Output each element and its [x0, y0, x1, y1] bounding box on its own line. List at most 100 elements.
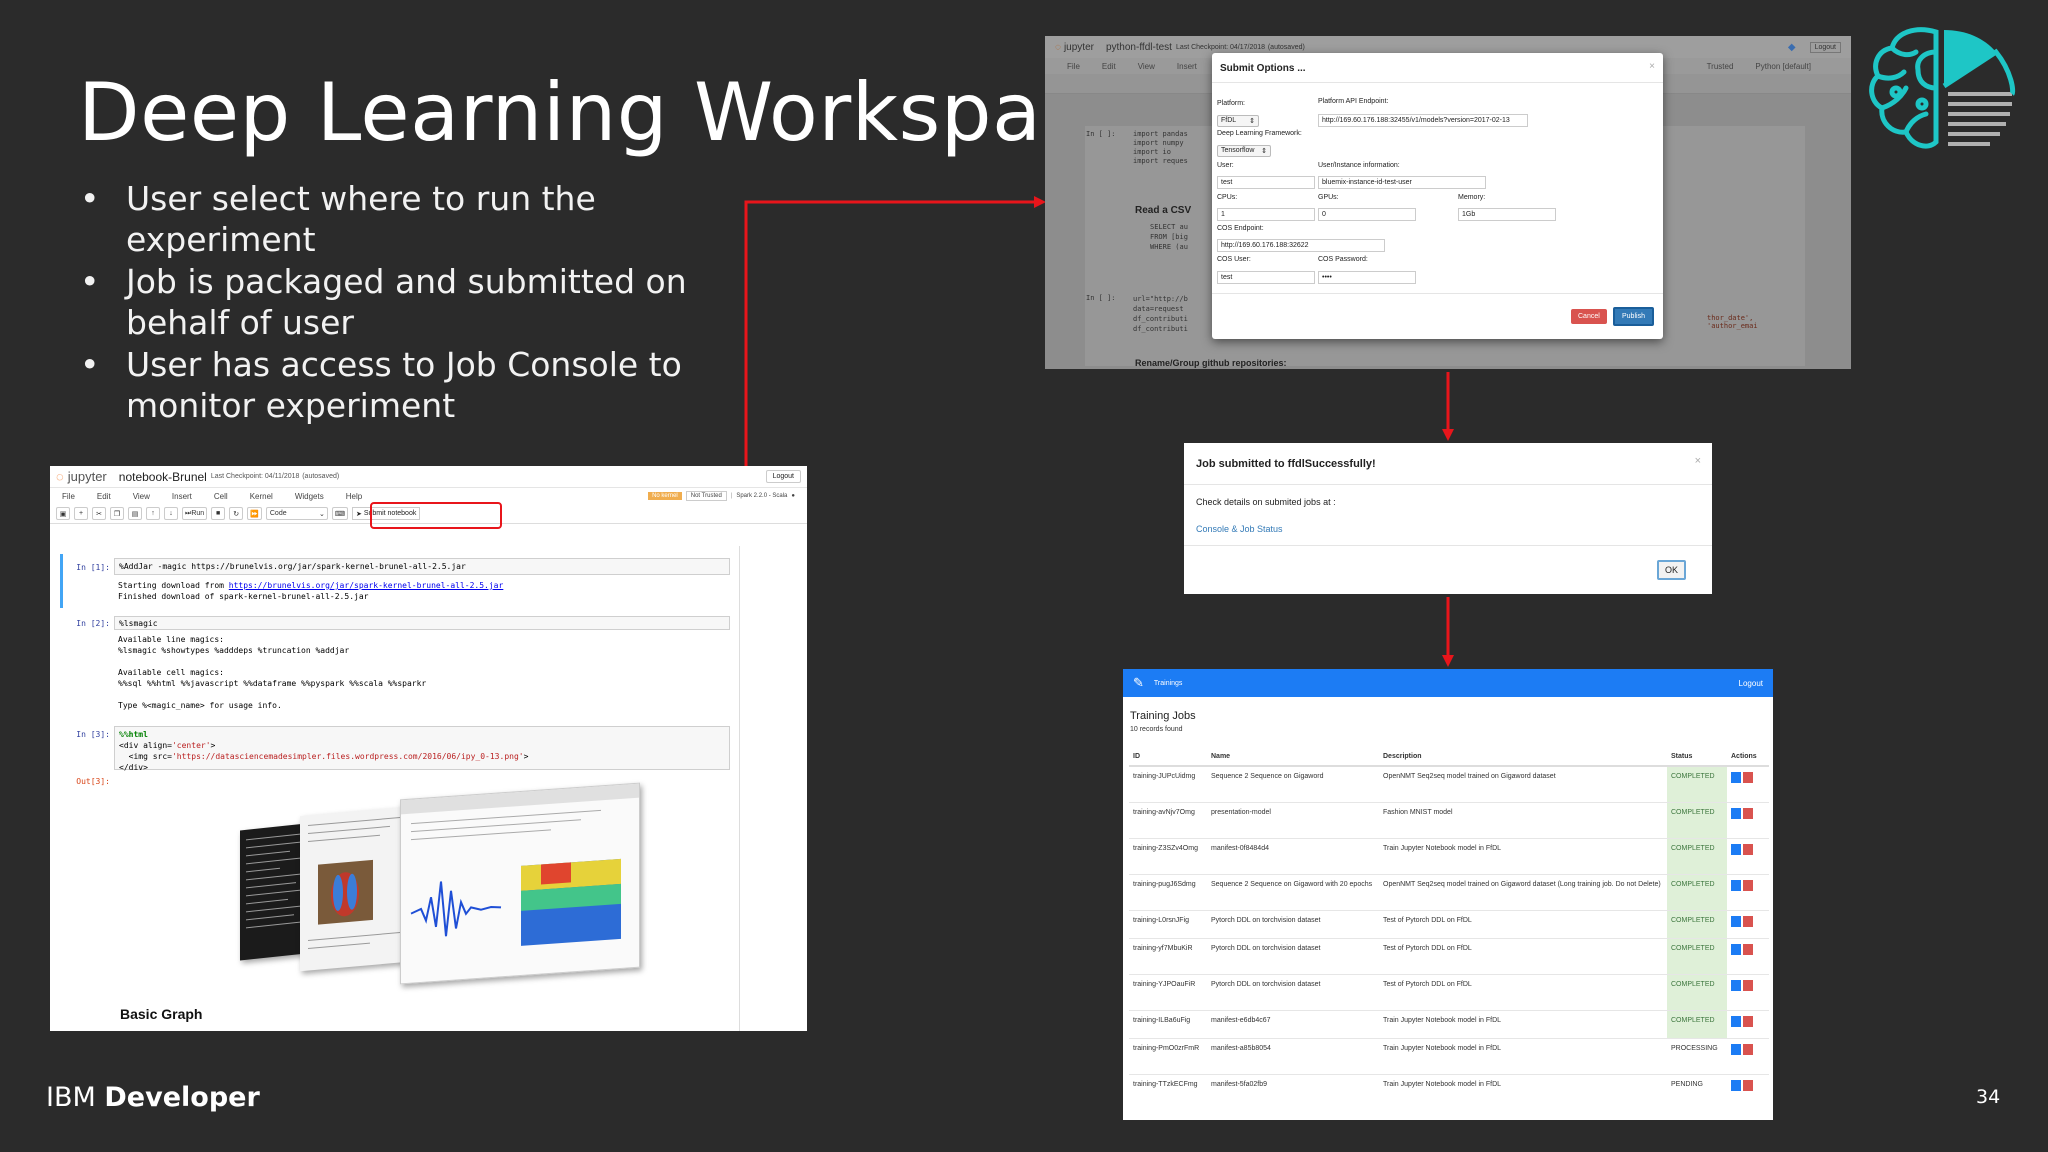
code-line: import io [1133, 148, 1171, 156]
info-icon[interactable] [1731, 772, 1741, 783]
cell-input[interactable]: %lsmagic [114, 616, 730, 630]
column-header[interactable]: ID [1129, 748, 1207, 767]
info-icon[interactable] [1731, 807, 1741, 819]
cpus-input[interactable]: 1 [1217, 208, 1315, 221]
cell-input[interactable]: %AddJar -magic https://brunelvis.org/jar… [114, 558, 730, 575]
menu-insert[interactable]: Insert [1177, 62, 1197, 71]
user-input[interactable]: test [1217, 176, 1315, 189]
close-icon[interactable]: × [1695, 455, 1701, 467]
trainings-navbar: ✎ Trainings Logout [1123, 669, 1773, 697]
cell-input[interactable]: %%html <div align='center'> <img src='ht… [114, 726, 730, 772]
framework-select[interactable]: Tensorflow ⇕ [1217, 145, 1271, 157]
restart-icon[interactable]: ↻ [229, 507, 244, 520]
delete-icon[interactable] [1743, 772, 1753, 783]
info-icon[interactable] [1731, 915, 1741, 927]
info-icon[interactable] [1731, 879, 1741, 891]
table-row[interactable]: training-avNjv7Omg presentation-model Fash… [1129, 801, 1769, 838]
save-icon[interactable]: ▣ [56, 507, 70, 520]
console-job-status-link[interactable]: Console & Job Status [1196, 524, 1283, 534]
menu-widgets[interactable]: Widgets [295, 492, 324, 501]
table-row[interactable]: training-ILBa6uFig manifest-e6db4c67 Train… [1129, 1009, 1769, 1038]
memory-input[interactable]: 1Gb [1458, 208, 1556, 221]
info-icon[interactable] [1731, 843, 1741, 855]
menu-cell[interactable]: Cell [214, 492, 228, 501]
paste-icon[interactable]: ▤ [128, 507, 142, 520]
delete-icon[interactable] [1743, 807, 1753, 819]
menu-insert[interactable]: Insert [172, 492, 192, 501]
move-up-icon[interactable]: ↑ [146, 507, 160, 520]
delete-icon[interactable] [1743, 879, 1753, 891]
code-line: SELECT au [1150, 223, 1188, 231]
publish-button[interactable]: Publish [1613, 307, 1654, 326]
delete-icon[interactable] [1743, 1079, 1753, 1091]
delete-icon[interactable] [1743, 943, 1753, 955]
output-link[interactable]: https://brunelvis.org/jar/spark-kernel-b… [229, 581, 504, 590]
run-button[interactable]: ⏭ Run [182, 507, 208, 520]
table-row[interactable]: training-Z3SZv4Omg manifest-0f8484d4 Train… [1129, 837, 1769, 874]
table-row[interactable]: training-pugJ6Sdmg Sequence 2 Sequence on… [1129, 873, 1769, 910]
trust-badge[interactable]: Not Trusted [685, 491, 727, 501]
info-icon[interactable] [1731, 1015, 1741, 1027]
table-row[interactable]: training-TTzkECFmg manifest-5fa02fb9 Train… [1129, 1073, 1769, 1110]
bullet-list: • User select where to run the experiment… [78, 178, 698, 427]
table-row[interactable]: training-YJPOauFiR Pytorch DDL on torchvi… [1129, 973, 1769, 1010]
column-header[interactable]: Status [1667, 748, 1727, 767]
cos-user-input[interactable]: test [1217, 271, 1315, 284]
nav-trainings[interactable]: Trainings [1154, 680, 1183, 687]
move-down-icon[interactable]: ↓ [164, 507, 178, 520]
trust-badge[interactable]: Trusted [1707, 62, 1734, 71]
column-header[interactable]: Description [1379, 748, 1667, 767]
fast-forward-icon[interactable]: ⏩ [247, 507, 262, 520]
table-row[interactable]: training-PmO0zrFmR manifest-a85b8054 Train… [1129, 1037, 1769, 1074]
table-row[interactable]: training-JUPcUidmg Sequence 2 Sequence on… [1129, 765, 1769, 802]
gpus-input[interactable]: 0 [1318, 208, 1416, 221]
api-endpoint-input[interactable]: http://169.60.176.188:32455/v1/models?ve… [1318, 114, 1528, 127]
training-id-cell: training-PmO0zrFmR [1129, 1037, 1207, 1074]
platform-select[interactable]: FfDL ⇕ [1217, 115, 1259, 127]
info-icon[interactable] [1731, 1079, 1741, 1091]
notebook-cell[interactable]: In [3]: %%html <div align='center'> <img… [62, 726, 734, 772]
menu-file[interactable]: File [62, 492, 75, 501]
training-name-cell: Pytorch DDL on torchvision dataset [1207, 937, 1379, 974]
info-icon[interactable] [1731, 1043, 1741, 1055]
menu-edit[interactable]: Edit [1102, 62, 1116, 71]
cos-password-input[interactable]: •••• [1318, 271, 1416, 284]
copy-icon[interactable]: ❐ [110, 507, 124, 520]
logout-button[interactable]: Logout [1809, 41, 1841, 53]
keyboard-icon[interactable]: ⌨ [331, 507, 348, 520]
delete-icon[interactable] [1743, 979, 1753, 991]
menu-edit[interactable]: Edit [97, 492, 111, 501]
menu-file[interactable]: File [1067, 62, 1080, 71]
ok-button[interactable]: OK [1656, 560, 1686, 580]
logout-button[interactable]: Logout [765, 470, 801, 483]
cancel-button[interactable]: Cancel [1571, 309, 1607, 324]
notebook-name[interactable]: notebook-Brunel [119, 470, 207, 484]
training-id-cell: training-pugJ6Sdmg [1129, 873, 1207, 910]
cut-icon[interactable]: ✂ [92, 507, 106, 520]
table-row[interactable]: training-L0rsnJFig Pytorch DDL on torchvi… [1129, 909, 1769, 938]
notebook-cell[interactable]: In [1]: %AddJar -magic https://brunelvis… [62, 558, 734, 606]
delete-icon[interactable] [1743, 1015, 1753, 1027]
menu-kernel[interactable]: Kernel [250, 492, 273, 501]
menu-view[interactable]: View [133, 492, 150, 501]
notebook-cell[interactable]: In [2]: %lsmagic Available line magics: … [62, 616, 734, 716]
instance-input[interactable]: bluemix-instance-id-test-user [1318, 176, 1486, 189]
cell-output: Starting download from https://brunelvis… [118, 580, 730, 602]
cell-type-select[interactable]: Code ⌄ [265, 507, 328, 520]
stop-icon[interactable]: ■ [211, 507, 226, 520]
logout-link[interactable]: Logout [1739, 679, 1763, 688]
table-row[interactable]: training-yf7MbuKiR Pytorch DDL on torchvi… [1129, 937, 1769, 974]
add-cell-icon[interactable]: + [74, 507, 88, 520]
column-header[interactable]: Name [1207, 748, 1379, 767]
delete-icon[interactable] [1743, 915, 1753, 927]
cos-endpoint-input[interactable]: http://169.60.176.188:32622 [1217, 239, 1385, 252]
delete-icon[interactable] [1743, 843, 1753, 855]
notebook-name[interactable]: python-ffdl-test [1106, 42, 1172, 53]
info-icon[interactable] [1731, 943, 1741, 955]
info-icon[interactable] [1731, 979, 1741, 991]
code-string: 'https://datasciencemadesimpler.files.wo… [171, 752, 524, 761]
delete-icon[interactable] [1743, 1043, 1753, 1055]
menu-help[interactable]: Help [346, 492, 362, 501]
close-icon[interactable]: × [1649, 61, 1655, 72]
menu-view[interactable]: View [1138, 62, 1155, 71]
